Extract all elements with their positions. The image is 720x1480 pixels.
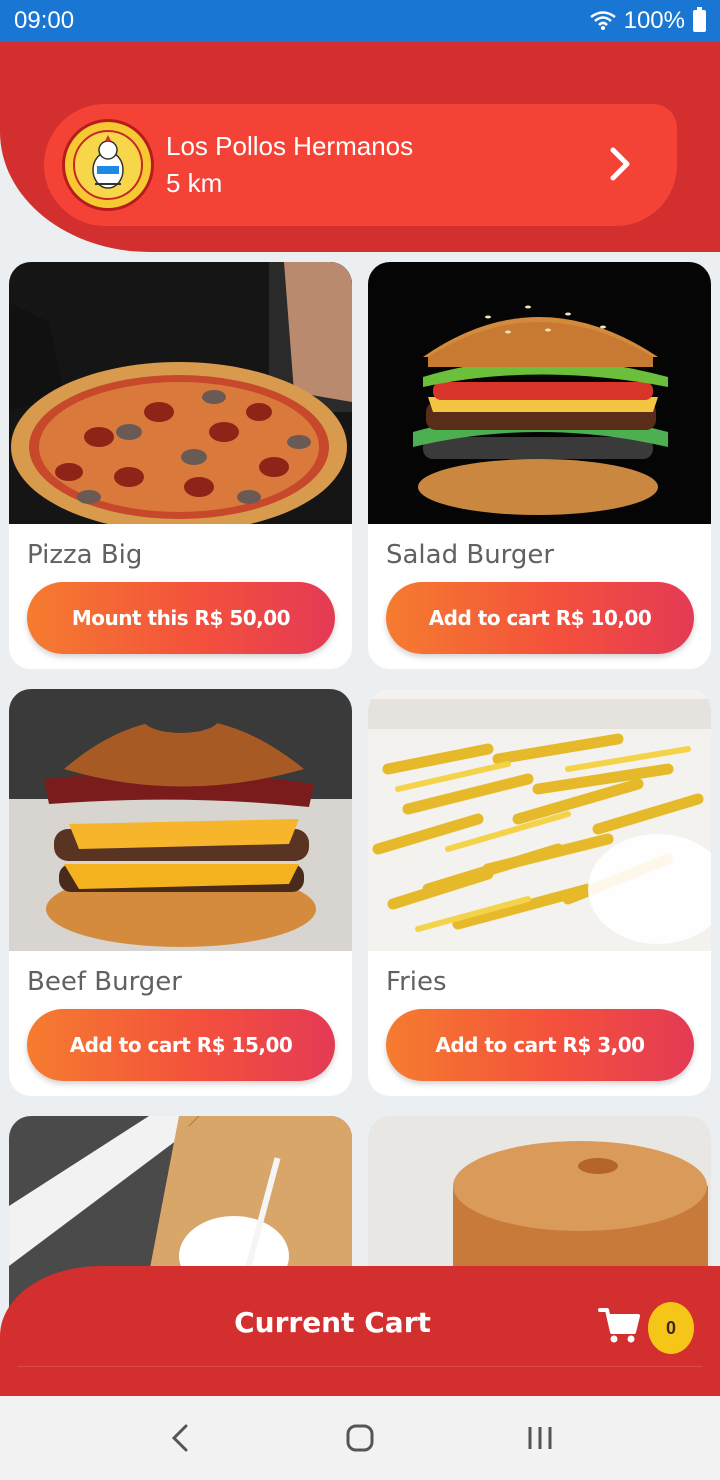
product-card: Fries Add to cart R$ 3,00 <box>368 689 711 1096</box>
divider <box>18 1366 702 1367</box>
status-bar: 09:00 100% <box>0 0 720 42</box>
product-name: Pizza Big <box>27 540 143 570</box>
chicken-logo-icon <box>62 119 154 211</box>
add-to-cart-button[interactable]: Add to cart R$ 10,00 <box>386 582 694 654</box>
fries-photo <box>368 689 711 951</box>
recents-icon[interactable] <box>510 1408 570 1468</box>
battery-percent: 100% <box>623 7 685 34</box>
status-time: 09:00 <box>14 7 75 34</box>
product-card: Salad Burger Add to cart R$ 10,00 <box>368 262 711 669</box>
product-name: Beef Burger <box>27 967 182 997</box>
cart-icon[interactable] <box>598 1306 640 1344</box>
cart-count-badge: 0 <box>648 1302 694 1354</box>
battery-icon <box>693 7 706 32</box>
product-name: Salad Burger <box>386 540 555 570</box>
store-distance: 5 km <box>166 168 223 198</box>
status-indicators: 100% <box>589 7 706 35</box>
add-to-cart-button[interactable]: Add to cart R$ 3,00 <box>386 1009 694 1081</box>
system-nav-bar <box>0 1396 720 1480</box>
wifi-icon <box>589 11 616 30</box>
store-info: Los Pollos Hermanos 5 km <box>166 131 413 199</box>
back-icon[interactable] <box>150 1408 210 1468</box>
product-name: Fries <box>386 967 447 997</box>
cart-title: Current Cart <box>234 1306 431 1339</box>
current-cart-bar[interactable]: Current Cart 0 <box>0 1266 720 1396</box>
store-name: Los Pollos Hermanos <box>166 131 414 161</box>
product-card: Beef Burger Add to cart R$ 15,00 <box>9 689 352 1096</box>
beef-burger-photo <box>9 689 352 951</box>
add-to-cart-button[interactable]: Add to cart R$ 15,00 <box>27 1009 335 1081</box>
chevron-right-icon[interactable] <box>599 144 639 184</box>
store-card[interactable]: Los Pollos Hermanos 5 km <box>44 104 677 226</box>
home-icon[interactable] <box>330 1408 390 1468</box>
pizza-photo <box>9 262 352 524</box>
add-to-cart-button[interactable]: Mount this R$ 50,00 <box>27 582 335 654</box>
store-header: Los Pollos Hermanos 5 km <box>0 42 720 252</box>
salad-burger-photo <box>368 262 711 524</box>
product-card: Pizza Big Mount this R$ 50,00 <box>9 262 352 669</box>
